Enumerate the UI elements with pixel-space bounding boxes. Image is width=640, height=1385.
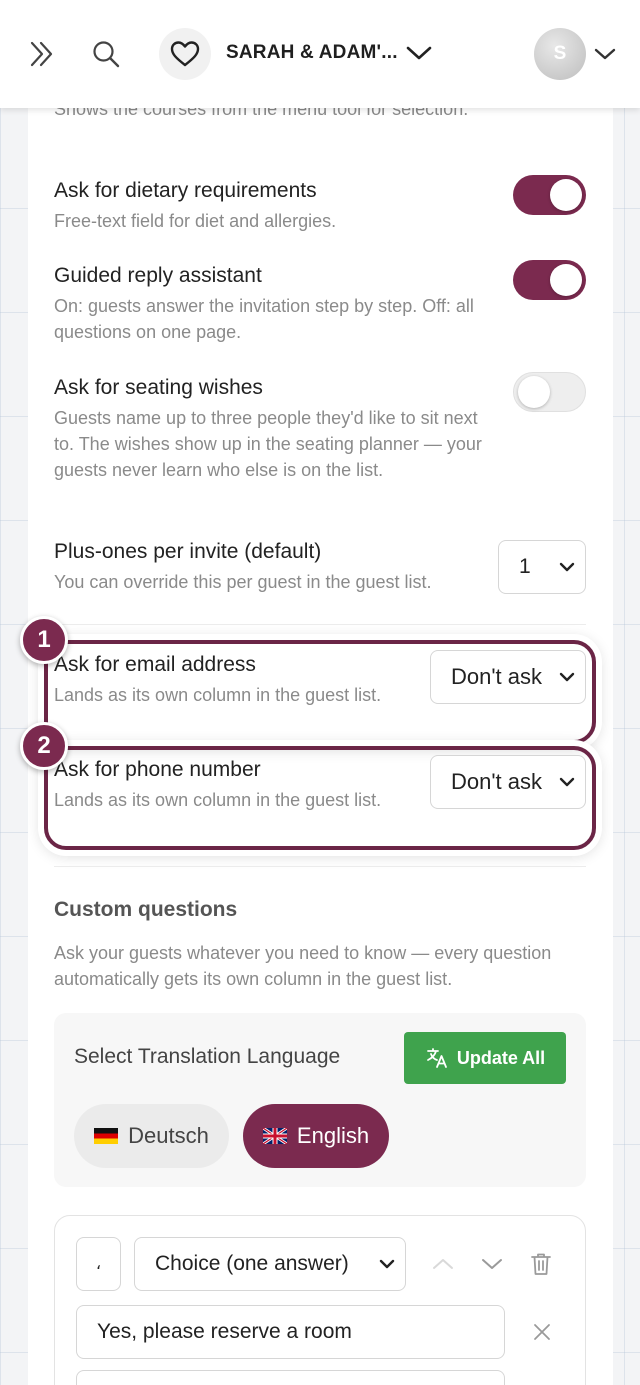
dietary-description: Free-text field for diet and allergies. <box>54 211 337 231</box>
seating-description: Guests name up to three people they'd li… <box>54 408 482 480</box>
move-up-icon[interactable] <box>430 1252 456 1276</box>
question-icon-select[interactable]: ، <box>76 1237 121 1291</box>
email-description: Lands as its own column in the guest lis… <box>54 685 382 705</box>
event-heart-button[interactable] <box>159 28 211 80</box>
guided-reply-title: Guided reply assistant <box>54 264 262 287</box>
trash-icon[interactable] <box>528 1250 554 1278</box>
account-chevron-icon[interactable] <box>592 42 618 66</box>
seating-toggle[interactable] <box>513 372 586 412</box>
answer-option-input[interactable]: Yes, please reserve a room <box>76 1305 505 1359</box>
german-flag-icon <box>94 1128 119 1144</box>
step-badge-1: 1 <box>20 616 68 664</box>
answer-option-input-empty[interactable] <box>76 1370 505 1385</box>
chevron-down-icon <box>559 562 575 572</box>
event-name[interactable]: SARAH & ADAM'... <box>226 42 398 64</box>
email-select[interactable]: Don't ask <box>430 650 586 704</box>
dietary-title: Ask for dietary requirements <box>54 179 317 202</box>
seating-title: Ask for seating wishes <box>54 376 263 399</box>
top-bar: SARAH & ADAM'... S <box>0 0 640 108</box>
divider <box>54 866 586 867</box>
custom-questions-title: Custom questions <box>54 898 238 921</box>
chevron-down-icon <box>559 672 575 682</box>
dietary-toggle[interactable] <box>513 175 586 215</box>
event-switcher-chevron-icon[interactable] <box>404 38 434 68</box>
chevron-down-icon <box>379 1259 395 1269</box>
avatar[interactable]: S <box>534 28 586 80</box>
plus-ones-select[interactable]: 1 <box>498 540 586 594</box>
guided-reply-description: On: guests answer the invitation step by… <box>54 296 474 342</box>
plus-ones-description: You can override this per guest in the g… <box>54 572 432 592</box>
question-type-select[interactable]: Choice (one answer) <box>134 1237 406 1291</box>
language-pill-deutsch[interactable]: Deutsch <box>74 1104 229 1168</box>
translation-language-label: Select Translation Language <box>74 1045 341 1068</box>
update-all-button[interactable]: Update All <box>404 1032 566 1084</box>
chevron-down-icon <box>559 777 575 787</box>
custom-questions-description: Ask your guests whatever you need to kno… <box>54 943 552 989</box>
phone-description: Lands as its own column in the guest lis… <box>54 790 382 810</box>
translate-icon <box>426 1048 447 1068</box>
phone-select[interactable]: Don't ask <box>430 755 586 809</box>
plus-ones-title: Plus-ones per invite (default) <box>54 540 322 563</box>
guided-reply-toggle[interactable] <box>513 260 586 300</box>
uk-flag-icon <box>262 1128 287 1144</box>
move-down-icon[interactable] <box>479 1252 505 1276</box>
close-icon[interactable] <box>530 1320 554 1344</box>
phone-title: Ask for phone number <box>54 758 261 781</box>
heart-icon <box>170 41 200 67</box>
language-pill-english[interactable]: English <box>243 1104 389 1168</box>
search-icon[interactable] <box>86 34 126 74</box>
email-title: Ask for email address <box>54 653 256 676</box>
divider <box>54 624 586 625</box>
expand-sidebar-icon[interactable] <box>22 34 62 74</box>
step-badge-2: 2 <box>20 722 68 770</box>
